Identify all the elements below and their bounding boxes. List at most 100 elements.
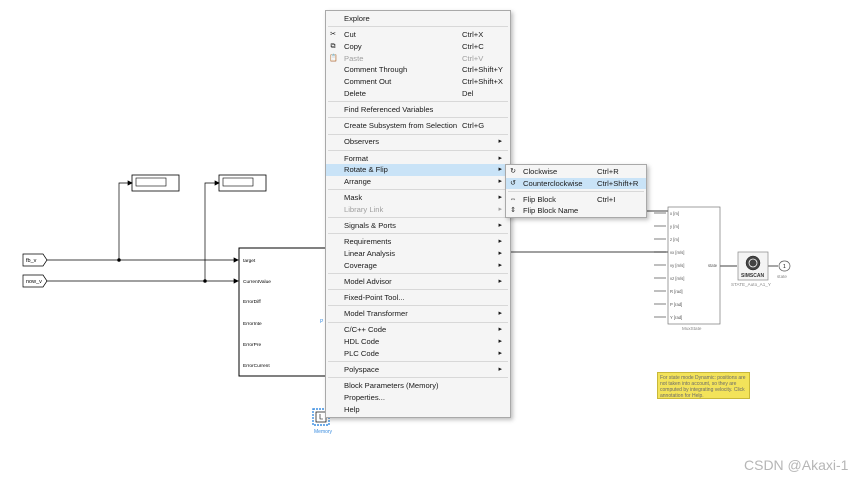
mux-port-r: R [rad] (670, 289, 683, 294)
mux-port-x: x [m] (670, 211, 679, 216)
scissors-icon: ✂ (330, 31, 336, 39)
menu-item-comment-out[interactable]: Comment Out Ctrl+Shift+X (326, 76, 510, 88)
pid-port-error-inte: ErrorInte (243, 321, 262, 327)
menu-item-hdl-code[interactable]: HDL Code ▸ (326, 336, 510, 348)
submenu-arrow-icon: ▸ (498, 366, 502, 373)
pid-port-error-pre: ErrorPre (243, 342, 261, 348)
mux-state-block[interactable]: x [m] y [m] z [m] vx [m/s] vy [m/s] vz [… (654, 206, 721, 331)
rotate-clockwise-icon: ↻ (510, 168, 516, 175)
pid-port-error-current: ErrorCurrent (243, 363, 270, 369)
menu-item-cut[interactable]: ✂ Cut Ctrl+X (326, 29, 510, 41)
menu-separator (328, 217, 508, 219)
menu-item-shortcut: Ctrl+Shift+R (597, 178, 639, 188)
paste-icon: 📋 (329, 54, 338, 62)
submenu-arrow-icon: ▸ (498, 154, 502, 162)
display-block-1[interactable] (131, 174, 180, 192)
menu-item-delete[interactable]: Delete Del (326, 88, 510, 100)
menu-separator (328, 233, 508, 235)
menu-item-label: Format (344, 153, 369, 163)
mux-out-label: state (708, 263, 718, 268)
menu-item-help[interactable]: Help (326, 404, 510, 416)
menu-item-mask[interactable]: Mask ▸ (326, 192, 510, 204)
menu-item-plc-code[interactable]: PLC Code ▸ (326, 348, 510, 360)
menu-item-requirements[interactable]: Requirements ▸ (326, 236, 510, 248)
menu-item-label: Arrange (344, 176, 372, 186)
menu-item-linear-analysis[interactable]: Linear Analysis ▸ (326, 248, 510, 260)
menu-separator (328, 149, 508, 151)
annotation-note[interactable]: For state mode Dynamic: positions are no… (657, 372, 750, 399)
menu-item-properties[interactable]: Properties... (326, 392, 510, 404)
menu-item-flip-block-name[interactable]: ⇕ Flip Block Name (506, 205, 646, 217)
menu-item-arrange[interactable]: Arrange ▸ (326, 176, 510, 188)
menu-item-explore[interactable]: Explore (326, 13, 510, 25)
menu-item-observers[interactable]: Observers ▸ (326, 136, 510, 148)
mux-port-vz: vz [m/s] (670, 276, 684, 281)
pid-subsystem-block[interactable]: target CurrentValue ErrorDiff ErrorInte … (238, 247, 330, 377)
menu-separator (328, 133, 508, 135)
outport-state[interactable]: 1 state (777, 260, 791, 279)
menu-item-rotate-and-flip[interactable]: Rotate & Flip ▸ (326, 164, 510, 176)
menu-item-c-c-code[interactable]: C/C++ Code ▸ (326, 324, 510, 336)
menu-item-format[interactable]: Format ▸ (326, 153, 510, 165)
menu-item-label: Properties... (344, 392, 385, 402)
menu-item-clockwise[interactable]: ↻ Clockwise Ctrl+R (506, 166, 646, 178)
menu-item-block-parameters-memory[interactable]: Block Parameters (Memory) (326, 380, 510, 392)
menu-separator (328, 117, 508, 119)
rotate-flip-submenu[interactable]: ↻ Clockwise Ctrl+R ↺ Counterclockwise Ctrl+Sh… (505, 164, 647, 218)
menu-item-counterclockwise[interactable]: ↺ Counterclockwise Ctrl+Shift+R (506, 177, 646, 189)
submenu-arrow-icon: ▸ (498, 205, 502, 213)
submenu-arrow-icon: ▸ (498, 138, 502, 146)
menu-item-label: Flip Block (523, 194, 556, 204)
pid-port-current-value: CurrentValue (243, 279, 271, 285)
menu-item-model-advisor[interactable]: Model Advisor ▸ (326, 276, 510, 288)
menu-item-label: Counterclockwise (523, 178, 583, 188)
submenu-arrow-icon: ▸ (498, 222, 502, 229)
menu-item-shortcut: Ctrl+R (597, 167, 619, 176)
menu-item-label: Model Transformer (344, 309, 408, 319)
inport-now-v[interactable]: now_v (22, 274, 48, 288)
menu-item-flip-block[interactable]: ⇔ Flip Block Ctrl+I (506, 194, 646, 206)
menu-item-copy[interactable]: ⧉ Copy Ctrl+C (326, 41, 510, 53)
inport-fb-v[interactable]: fb_v (22, 253, 48, 267)
menu-item-signals-and-ports[interactable]: Signals & Ports ▸ (326, 220, 510, 232)
menu-item-paste[interactable]: 📋 Paste Ctrl+V (326, 53, 510, 65)
mux-caption: MuxState (682, 326, 702, 331)
menu-item-label: Mask (344, 193, 363, 203)
menu-item-shortcut: Ctrl+G (462, 121, 485, 131)
submenu-arrow-icon: ▸ (498, 238, 502, 246)
menu-item-find-referenced-variables[interactable]: Find Referenced Variables (326, 104, 510, 116)
memory-block-label: Memory (314, 429, 333, 435)
menu-item-label: Cut (344, 30, 356, 40)
menu-item-library-link[interactable]: Library Link ▸ (326, 204, 510, 216)
rotate-counterclockwise-icon: ↺ (510, 179, 516, 187)
simscan-block[interactable]: SIMSCAN STATE_Auto_A1_Y (731, 251, 771, 287)
menu-item-coverage[interactable]: Coverage ▸ (326, 260, 510, 272)
submenu-arrow-icon: ▸ (498, 177, 502, 185)
submenu-arrow-icon: ▸ (498, 349, 502, 357)
inport-fb-v-label: fb_v (26, 258, 37, 264)
menu-item-comment-through[interactable]: Comment Through Ctrl+Shift+Y (326, 64, 510, 76)
menu-item-label: Block Parameters (Memory) (344, 381, 439, 391)
menu-separator (328, 273, 508, 275)
mux-input-stubs (654, 212, 666, 318)
menu-item-label: Find Referenced Variables (344, 104, 434, 114)
menu-item-create-subsystem-from-selection[interactable]: Create Subsystem from Selection Ctrl+G (326, 120, 510, 132)
outport-caption: state (777, 274, 787, 279)
menu-item-label: HDL Code (344, 337, 380, 347)
copy-icon: ⧉ (330, 42, 336, 50)
menu-item-model-transformer[interactable]: Model Transformer ▸ (326, 308, 510, 320)
submenu-arrow-icon: ▸ (498, 338, 502, 346)
menu-item-label: Copy (344, 41, 362, 51)
submenu-arrow-icon: ▸ (498, 326, 502, 334)
pid-port-target: target (243, 258, 256, 264)
menu-item-shortcut: Ctrl+V (462, 53, 484, 63)
flip-block-icon: ⇔ (509, 195, 517, 203)
outport-number: 1 (783, 264, 786, 270)
menu-item-fixed-point-tool[interactable]: Fixed-Point Tool... (326, 292, 510, 304)
context-menu[interactable]: Explore ✂ Cut Ctrl+X ⧉ Copy Ctrl+C 📋 Paste Ctrl+V… (325, 10, 511, 418)
menu-separator (328, 321, 508, 323)
display-block-2[interactable] (218, 174, 267, 192)
menu-item-polyspace[interactable]: Polyspace ▸ (326, 364, 510, 376)
menu-item-label: Delete (344, 88, 366, 98)
mux-port-yaw: Y [rad] (670, 315, 682, 320)
